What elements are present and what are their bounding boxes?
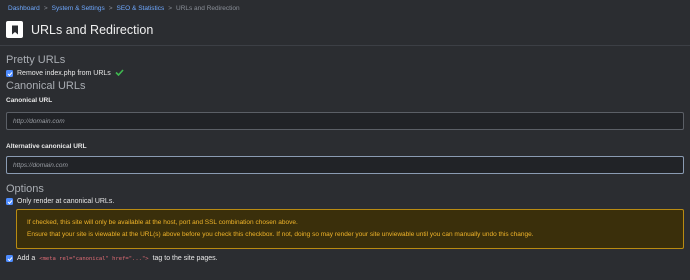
add-meta-suffix: tag to the site pages. xyxy=(152,255,218,262)
meta-canonical-code: <meta rel="canonical" href="..."> xyxy=(39,255,149,262)
bookmark-icon xyxy=(6,21,23,38)
warning-line-1: If checked, this site will only be avail… xyxy=(27,219,298,226)
breadcrumb-dashboard[interactable]: Dashboard xyxy=(8,5,40,12)
breadcrumb-current: URLs and Redirection xyxy=(176,5,240,12)
section-title-options: Options xyxy=(6,183,44,195)
breadcrumb: Dashboard > System & Settings > SEO & St… xyxy=(0,0,690,14)
breadcrumb-separator: > xyxy=(168,5,172,12)
section-title-canonical-urls: Canonical URLs xyxy=(6,80,86,92)
remove-index-row: Remove index.php from URLs xyxy=(6,69,684,78)
page-header: URLs and Redirection xyxy=(0,14,690,46)
add-meta-row: Add a <meta rel="canonical" href="..."> … xyxy=(6,255,684,262)
alt-canonical-url-label: Alternative canonical URL xyxy=(6,143,87,150)
alt-canonical-url-input[interactable] xyxy=(6,156,684,174)
page-title: URLs and Redirection xyxy=(31,22,154,37)
warning-box: If checked, this site will only be avail… xyxy=(16,209,684,249)
breadcrumb-system-settings[interactable]: System & Settings xyxy=(52,5,105,12)
breadcrumb-seo-statistics[interactable]: SEO & Statistics xyxy=(117,5,165,12)
only-render-label: Only render at canonical URLs. xyxy=(17,198,115,205)
remove-index-checkbox[interactable] xyxy=(6,70,13,77)
breadcrumb-separator: > xyxy=(108,5,113,12)
only-render-row: Only render at canonical URLs. xyxy=(6,198,684,205)
canonical-url-label: Canonical URL xyxy=(6,97,53,104)
remove-index-label: Remove index.php from URLs xyxy=(17,70,111,77)
check-icon xyxy=(115,69,124,78)
add-meta-checkbox[interactable] xyxy=(6,255,13,262)
only-render-checkbox[interactable] xyxy=(6,198,13,205)
main-content: Pretty URLs Remove index.php from URLs C… xyxy=(0,54,690,262)
canonical-url-input[interactable] xyxy=(6,112,684,130)
breadcrumb-separator: > xyxy=(43,5,48,12)
warning-line-2: Ensure that your site is viewable at the… xyxy=(27,231,534,238)
add-meta-prefix: Add a xyxy=(17,255,36,262)
section-title-pretty-urls: Pretty URLs xyxy=(6,54,66,66)
